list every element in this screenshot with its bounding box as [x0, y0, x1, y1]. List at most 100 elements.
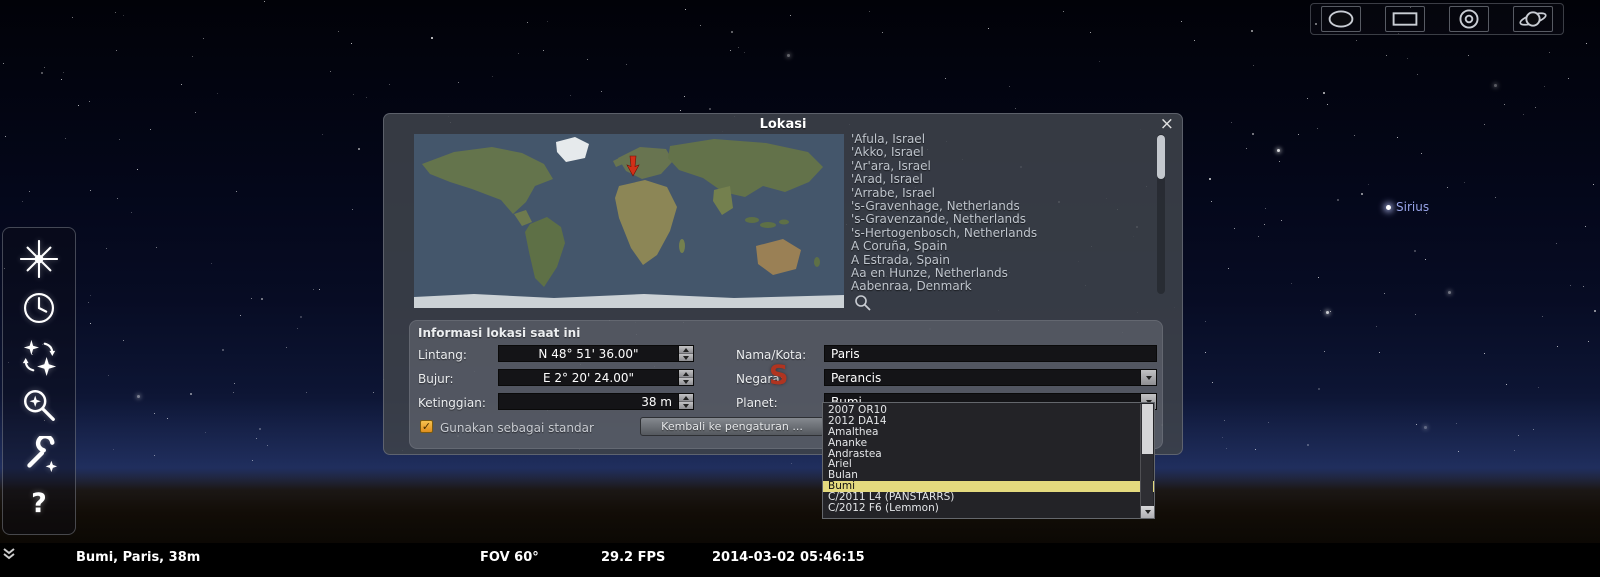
city-list-item[interactable]: 's-Gravenhage, Netherlands — [851, 199, 1139, 213]
city-list-item[interactable]: Aa en Hunze, Netherlands — [851, 266, 1139, 280]
toggle-rings-button[interactable] — [1449, 6, 1489, 32]
longitude-label: Bujur: — [418, 372, 454, 386]
star — [1568, 78, 1569, 79]
planet-option[interactable]: Ariel — [823, 459, 1154, 470]
city-list-scrollbar-thumb[interactable] — [1157, 135, 1165, 179]
city-list-item[interactable]: A Estrada, Spain — [851, 253, 1139, 267]
up-arrow-icon — [683, 347, 689, 352]
star — [1585, 226, 1586, 227]
star — [988, 28, 989, 29]
latitude-value[interactable]: N 48° 51' 36.00" — [499, 346, 678, 361]
latitude-spin-up-button[interactable] — [679, 346, 693, 354]
star — [1277, 149, 1280, 152]
city-list-item[interactable]: 'Ar'ara, Israel — [851, 159, 1139, 173]
longitude-spin-up-button[interactable] — [679, 370, 693, 378]
status-date: 2014-03-02 — [712, 550, 796, 565]
city-list-item[interactable]: 'Akko, Israel — [851, 145, 1139, 159]
world-map[interactable] — [414, 134, 844, 308]
latitude-spinbox[interactable]: N 48° 51' 36.00" — [498, 345, 694, 362]
star — [882, 32, 883, 33]
star — [1407, 58, 1408, 59]
city-list-item[interactable]: Aabenraa, Denmark — [851, 279, 1139, 293]
star — [156, 247, 157, 248]
star-label-sirius: Sirius — [1396, 200, 1430, 214]
star — [431, 37, 433, 39]
city-list-item[interactable]: 's-Hertogenbosch, Netherlands — [851, 226, 1139, 240]
altitude-spin-down-button[interactable] — [679, 402, 693, 409]
country-combobox[interactable]: Perancis — [824, 369, 1157, 386]
star — [1570, 285, 1571, 286]
ground-landscape — [0, 468, 1600, 545]
city-list-item[interactable]: 'Afula, Israel — [851, 133, 1139, 146]
star — [1586, 43, 1587, 44]
star — [116, 50, 117, 51]
star — [90, 190, 91, 191]
planet-option[interactable]: Ananke — [823, 437, 1154, 449]
star — [1549, 52, 1550, 53]
city-search-icon[interactable] — [854, 294, 871, 314]
star — [1298, 134, 1299, 135]
country-dropdown-arrow[interactable] — [1140, 370, 1156, 385]
altitude-spinbox[interactable]: 38 m — [498, 393, 694, 410]
longitude-spin-down-button[interactable] — [679, 378, 693, 385]
toggle-saturn-button[interactable] — [1513, 6, 1553, 32]
planet-option[interactable]: Bulan — [823, 470, 1154, 481]
longitude-spinbox[interactable]: E 2° 20' 24.00" — [498, 369, 694, 386]
star — [115, 12, 116, 13]
city-list-item[interactable]: 'Arrabe, Israel — [851, 186, 1139, 200]
dropdown-scrollbar[interactable] — [1140, 404, 1154, 518]
clock-icon — [23, 292, 55, 323]
star — [65, 138, 66, 139]
planet-option[interactable]: Andrastea — [823, 448, 1154, 460]
altitude-spin-up-button[interactable] — [679, 394, 693, 402]
latitude-spin-down-button[interactable] — [679, 354, 693, 361]
city-list-item[interactable]: 'Arad, Israel — [851, 172, 1139, 186]
star — [366, 97, 367, 98]
reset-to-default-button[interactable]: Kembali ke pengaturan ... — [640, 417, 824, 436]
star — [547, 21, 548, 22]
city-list-scrollbar[interactable] — [1157, 134, 1165, 294]
star — [1279, 161, 1280, 162]
saturn-toggle-icon — [1519, 11, 1547, 27]
star — [1495, 197, 1496, 198]
planet-option[interactable]: Amalthea — [823, 426, 1154, 438]
star — [234, 383, 235, 384]
dropdown-scroll-down-button[interactable] — [1141, 506, 1154, 518]
dropdown-scrollbar-thumb[interactable] — [1142, 404, 1153, 454]
help-window-button[interactable]: ? — [15, 482, 63, 526]
datetime-window-button[interactable] — [15, 286, 63, 330]
star — [123, 15, 124, 16]
star — [108, 375, 109, 376]
down-arrow-icon — [683, 403, 689, 408]
star — [1494, 84, 1497, 87]
star — [1265, 208, 1266, 209]
location-window-button[interactable] — [15, 237, 63, 281]
star — [352, 209, 353, 210]
star — [181, 84, 182, 85]
longitude-value[interactable]: E 2° 20' 24.00" — [499, 370, 678, 385]
close-icon[interactable]: × — [1160, 114, 1174, 134]
star — [131, 212, 132, 213]
star — [264, 1, 265, 2]
name-city-input[interactable]: Paris — [824, 345, 1157, 362]
toggle-rectangle-button[interactable] — [1385, 6, 1425, 32]
altitude-value[interactable]: 38 m — [499, 394, 678, 409]
star — [1324, 351, 1325, 352]
city-list-item[interactable]: A Coruña, Spain — [851, 239, 1139, 253]
toggle-oval-button[interactable] — [1321, 6, 1361, 32]
collapse-bars-icon[interactable] — [2, 545, 16, 564]
star — [945, 78, 946, 79]
city-list-item[interactable]: 's-Gravenzande, Netherlands — [851, 212, 1139, 226]
star — [330, 71, 331, 72]
star — [1538, 387, 1539, 388]
search-window-button[interactable] — [15, 384, 63, 428]
planet-option[interactable]: C/2012 F6 (Lemmon) — [823, 503, 1154, 514]
use-as-default-label: Gunakan sebagai standar — [440, 421, 594, 435]
star — [1327, 104, 1328, 105]
star — [1354, 135, 1355, 136]
sky-viewing-options-button[interactable] — [15, 335, 63, 379]
country-value: Perancis — [831, 370, 882, 385]
use-as-default-checkbox[interactable]: ✓ — [420, 420, 433, 433]
configuration-window-button[interactable] — [15, 433, 63, 477]
star — [319, 289, 320, 290]
